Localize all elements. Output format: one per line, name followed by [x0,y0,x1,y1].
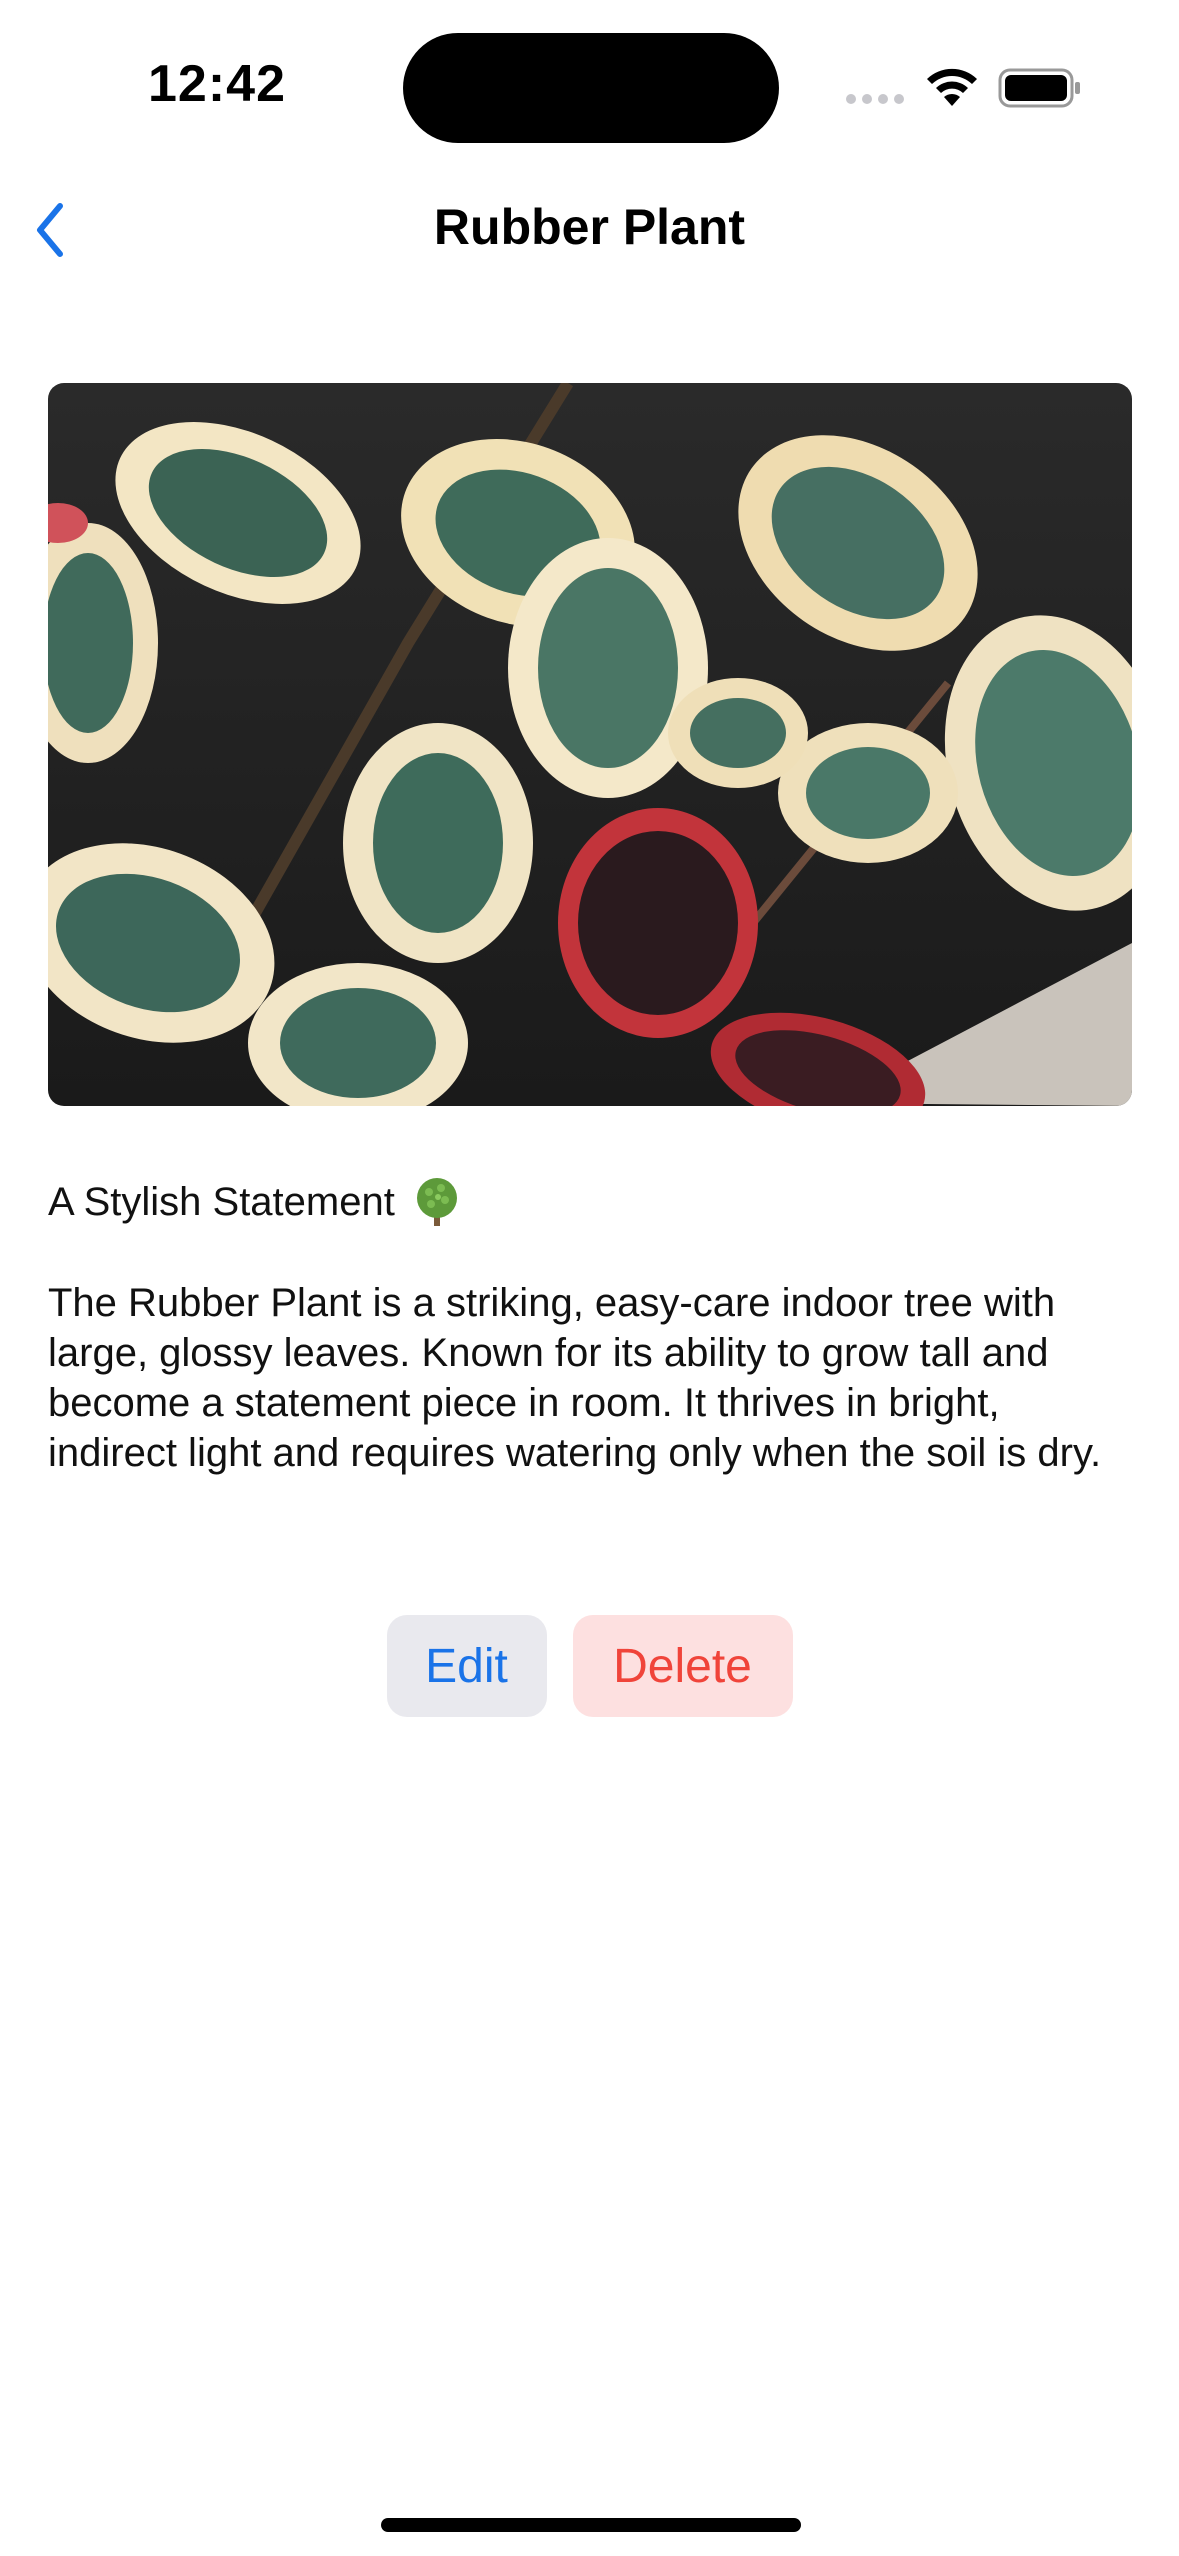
plant-subtitle-text: A Stylish Statement [48,1179,395,1224]
status-bar: 12:42 [0,0,1179,180]
plant-subtitle: A Stylish Statement [48,1176,463,1228]
navigation-bar: Rubber Plant [0,180,1179,280]
plant-description: The Rubber Plant is a striking, easy-car… [48,1281,1102,1475]
home-indicator[interactable] [381,2518,801,2532]
battery-icon [998,68,1080,108]
cellular-signal-icon [846,94,904,104]
action-buttons: Edit Delete [0,1615,1179,1717]
delete-button[interactable]: Delete [572,1615,793,1717]
tree-emoji-icon [416,1178,457,1226]
dynamic-island [403,33,779,143]
status-time: 12:42 [148,55,286,113]
edit-button[interactable]: Edit [386,1615,547,1717]
wifi-icon [927,68,977,106]
page-title: Rubber Plant [433,199,746,255]
plant-photo [48,383,1132,1106]
